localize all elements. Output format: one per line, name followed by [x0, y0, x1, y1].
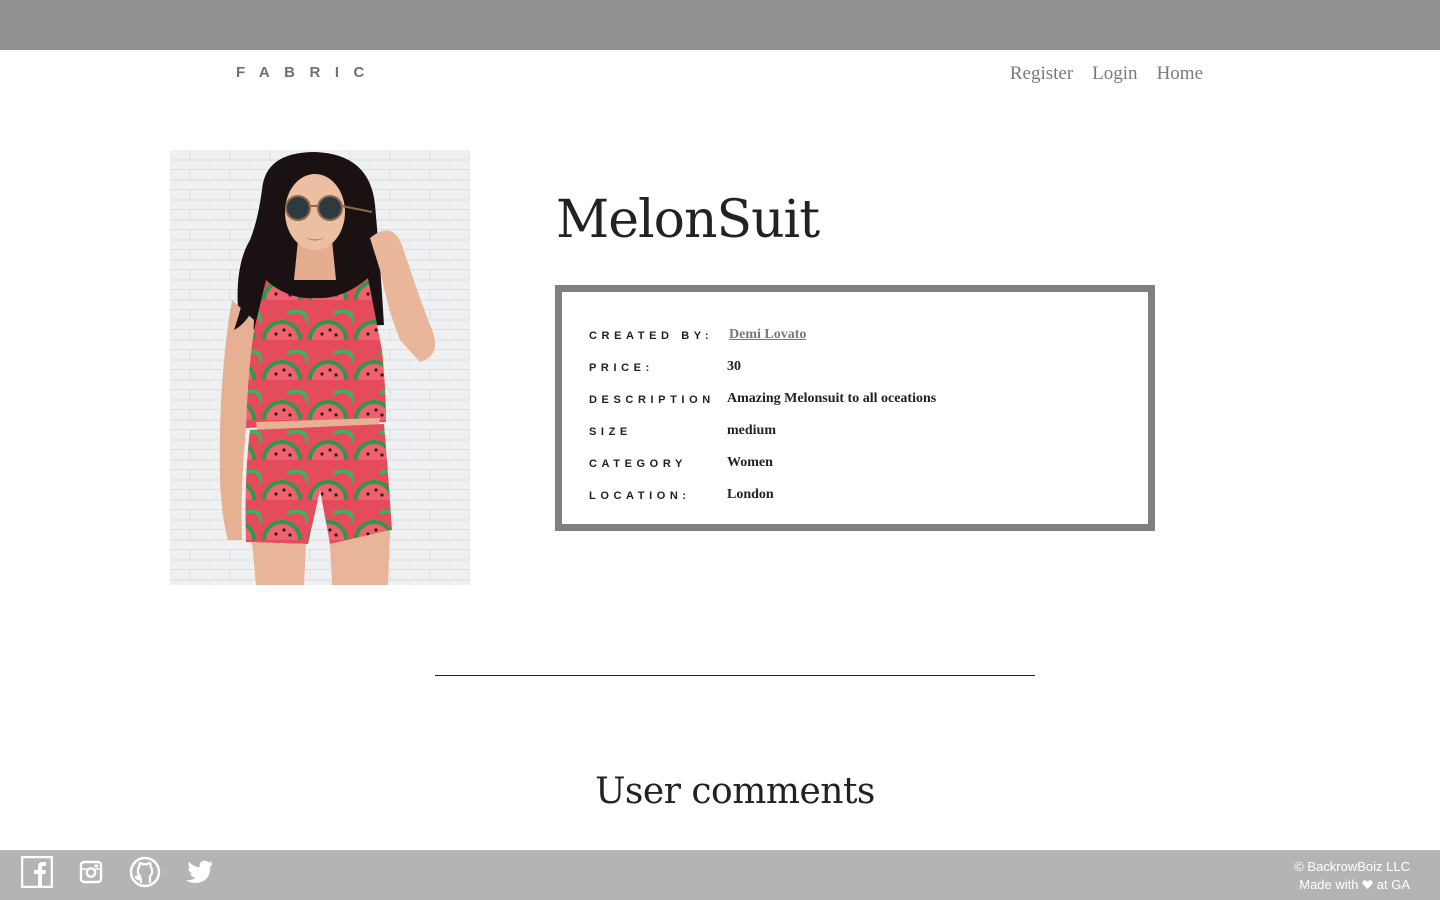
detail-label: CREATED BY: — [589, 330, 714, 342]
navbar: FABRIC Register Login Home — [0, 50, 1440, 100]
product-details-box: CREATED BY: Demi Lovato PRICE: 30 DESCRI… — [555, 285, 1155, 531]
facebook-icon[interactable] — [20, 855, 54, 889]
product-title: MelonSuit — [556, 190, 820, 250]
detail-row-description: DESCRIPTION Amazing Melonsuit to all oce… — [589, 391, 1129, 411]
product-image — [170, 150, 470, 585]
brand-logo[interactable]: FABRIC — [236, 64, 379, 81]
detail-row-size: SIZE medium — [589, 423, 1129, 443]
detail-value: Amazing Melonsuit to all oceations — [727, 391, 937, 406]
creator-link[interactable]: Demi Lovato — [729, 327, 806, 343]
detail-label: DESCRIPTION — [589, 394, 715, 406]
made-with-text: Made with — [1299, 877, 1359, 892]
copyright: © BackrowBoiz LLC Made with at GA — [1294, 858, 1410, 894]
detail-label: PRICE: — [589, 362, 654, 374]
detail-row-location: LOCATION: London — [589, 487, 1129, 507]
detail-value: medium — [727, 423, 776, 438]
heart-icon — [1362, 877, 1377, 892]
detail-row-created-by: CREATED BY: Demi Lovato — [589, 327, 1129, 347]
github-icon[interactable] — [129, 856, 161, 888]
detail-value: London — [727, 487, 774, 502]
instagram-icon[interactable] — [79, 860, 103, 884]
top-banner — [0, 0, 1440, 50]
nav-login-link[interactable]: Login — [1092, 63, 1137, 85]
twitter-icon[interactable] — [183, 856, 215, 888]
detail-row-category: CATEGORY Women — [589, 455, 1129, 475]
copyright-line: © BackrowBoiz LLC — [1294, 859, 1410, 874]
detail-row-price: PRICE: 30 — [589, 359, 1129, 379]
nav-links: Register Login Home — [1010, 63, 1203, 85]
comments-heading: User comments — [595, 771, 875, 812]
section-divider — [435, 675, 1035, 676]
detail-value: Women — [727, 455, 773, 470]
detail-label: LOCATION: — [589, 490, 691, 502]
nav-home-link[interactable]: Home — [1157, 63, 1203, 85]
detail-value: 30 — [727, 359, 741, 374]
detail-label: SIZE — [589, 426, 632, 438]
footer: © BackrowBoiz LLC Made with at GA — [0, 850, 1440, 900]
detail-label: CATEGORY — [589, 458, 687, 470]
nav-register-link[interactable]: Register — [1010, 63, 1073, 85]
made-with-line: Made with at GA — [1294, 876, 1410, 894]
at-ga-text: at GA — [1376, 877, 1410, 892]
